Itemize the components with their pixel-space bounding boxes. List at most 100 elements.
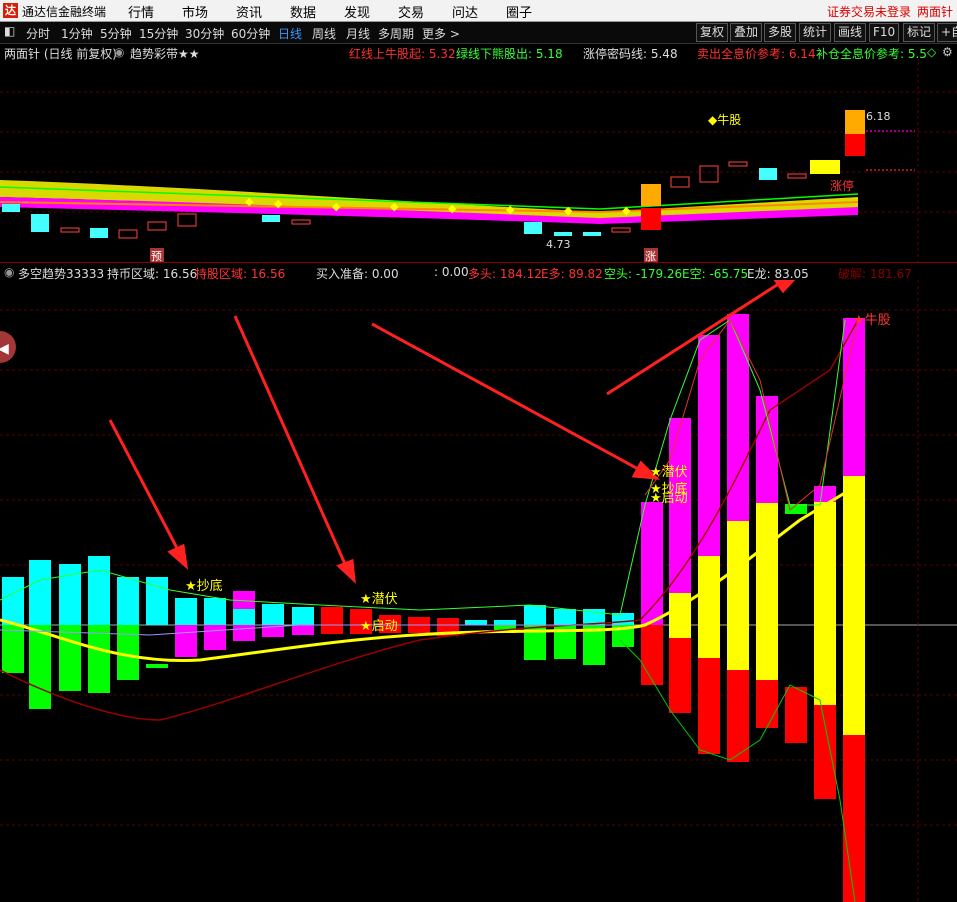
tab-period-daily[interactable]: 日线 — [278, 25, 302, 42]
tab-period-15min[interactable]: 15分钟 — [139, 25, 178, 42]
signal-bottom: ★抄底 — [185, 578, 223, 594]
bar — [698, 556, 720, 658]
period-toolbar: ◧ 分时 1分钟 5分钟 15分钟 30分钟 60分钟 日线 周线 月线 多周期… — [0, 22, 957, 44]
histogram-bars — [2, 314, 865, 902]
candle — [118, 229, 138, 239]
tool-custom-button[interactable]: +自 — [937, 23, 957, 42]
bar — [117, 577, 139, 625]
colon-value: : 0.00 — [434, 265, 469, 279]
svg-text:◆: ◆ — [448, 202, 457, 215]
annotation-arrows — [108, 280, 796, 584]
indicator-settings-icon[interactable]: ◉ — [4, 265, 14, 279]
bar — [29, 560, 51, 625]
bar — [814, 502, 836, 705]
bar — [494, 620, 516, 625]
indicator-settings-icon[interactable]: ◉ — [114, 45, 124, 59]
username-label: 两面针 — [916, 5, 953, 19]
indicator-name[interactable]: 趋势彩带★★ — [130, 45, 200, 62]
bull-stock-label: ◆牛股 — [708, 112, 741, 127]
tool-stats-button[interactable]: 统计 — [799, 23, 832, 42]
up-marker-text: 涨 — [645, 250, 656, 262]
svg-text:◀: ◀ — [0, 341, 9, 357]
bar — [175, 598, 197, 625]
svg-text:◆: ◆ — [622, 204, 631, 217]
signal-lurk: ★潜伏 — [360, 592, 398, 607]
bar — [814, 705, 836, 799]
bar — [2, 577, 24, 625]
menu-item-trade[interactable]: 交易 — [398, 2, 424, 21]
tab-period-more[interactable]: 更多 > — [422, 25, 460, 42]
candle — [699, 165, 719, 183]
bar — [59, 625, 81, 691]
bar — [233, 625, 255, 641]
candle — [759, 168, 777, 180]
tool-mark-button[interactable]: 标记 — [903, 23, 936, 42]
sidebar-toggle-icon[interactable]: ◧ — [4, 24, 15, 38]
login-status-link[interactable]: 证券交易未登录 — [827, 3, 911, 20]
pre-marker-text: 预 — [151, 250, 162, 262]
candle — [147, 221, 167, 231]
bar — [785, 687, 807, 743]
tab-period-monthly[interactable]: 月线 — [346, 25, 370, 42]
tool-f10-button[interactable]: F10 — [869, 23, 900, 42]
tab-period-multi[interactable]: 多周期 — [378, 25, 414, 42]
bar — [465, 620, 487, 625]
menu-item-circle[interactable]: 圈子 — [506, 2, 532, 21]
candle-top-body — [845, 134, 865, 156]
tab-period-60min[interactable]: 60分钟 — [231, 25, 270, 42]
bar — [29, 625, 51, 709]
menu-item-ask[interactable]: 问达 — [452, 2, 478, 21]
tab-period-1min[interactable]: 1分钟 — [61, 25, 93, 42]
tool-multistock-button[interactable]: 多股 — [764, 23, 797, 42]
svg-text:◆: ◆ — [390, 200, 399, 213]
candle — [583, 232, 601, 236]
tab-period-30min[interactable]: 30分钟 — [185, 25, 224, 42]
bar — [698, 658, 720, 754]
menu-item-news[interactable]: 资讯 — [236, 2, 262, 21]
menu-item-market[interactable]: 行情 — [128, 2, 154, 21]
menu-item-discover[interactable]: 发现 — [344, 2, 370, 21]
tab-period-timeshare[interactable]: 分时 — [26, 25, 50, 42]
candle-limit-up-body — [641, 208, 661, 230]
bar — [88, 625, 110, 693]
signal-bull: ★牛股 — [853, 313, 891, 328]
bar — [292, 625, 314, 635]
tool-adjust-button[interactable]: 复权 — [696, 23, 729, 42]
bar — [262, 604, 284, 625]
bar — [204, 625, 226, 650]
bar — [756, 680, 778, 728]
bar — [59, 564, 81, 625]
bar — [204, 598, 226, 625]
bar — [175, 625, 197, 657]
green-line-value: 绿线下熊股出: 5.18 — [456, 47, 563, 61]
svg-text:◆: ◆ — [245, 195, 254, 208]
limit-up-label: 涨停 — [830, 178, 854, 193]
candle-top — [845, 110, 865, 134]
tab-period-weekly[interactable]: 周线 — [312, 25, 336, 42]
bar — [554, 609, 576, 625]
bar — [146, 664, 168, 668]
low-price-label: 4.73 — [546, 238, 571, 251]
buy-ref-value: 补仓全息价参考: 5.5 — [816, 47, 927, 61]
tab-period-5min[interactable]: 5分钟 — [100, 25, 132, 42]
tool-draw-button[interactable]: 画线 — [834, 23, 867, 42]
settings-icon[interactable]: ⚙ — [942, 45, 953, 59]
bar — [843, 735, 865, 902]
bar — [292, 607, 314, 625]
candle — [554, 232, 572, 236]
candle — [262, 215, 280, 222]
bar — [88, 556, 110, 625]
tool-overlay-button[interactable]: 叠加 — [730, 23, 763, 42]
high-price-label: 6.18 — [866, 110, 891, 123]
signal-start-2: ★启动 — [650, 491, 688, 506]
candle — [611, 227, 631, 233]
indicator-chart: ◀ ★抄底 ★潜伏 ★启动 ★潜伏 ★抄底 ★启动 ★牛股 — [0, 280, 957, 902]
app-title: 通达信金融终端 — [22, 5, 107, 19]
expand-icon[interactable]: ◇ — [927, 45, 936, 59]
menu-item-data[interactable]: 数据 — [290, 2, 316, 21]
bar — [727, 670, 749, 762]
menu-item-market2[interactable]: 市场 — [182, 2, 208, 21]
app-logo-icon: 达 — [3, 3, 18, 18]
candle — [728, 161, 748, 167]
bar — [641, 625, 663, 685]
